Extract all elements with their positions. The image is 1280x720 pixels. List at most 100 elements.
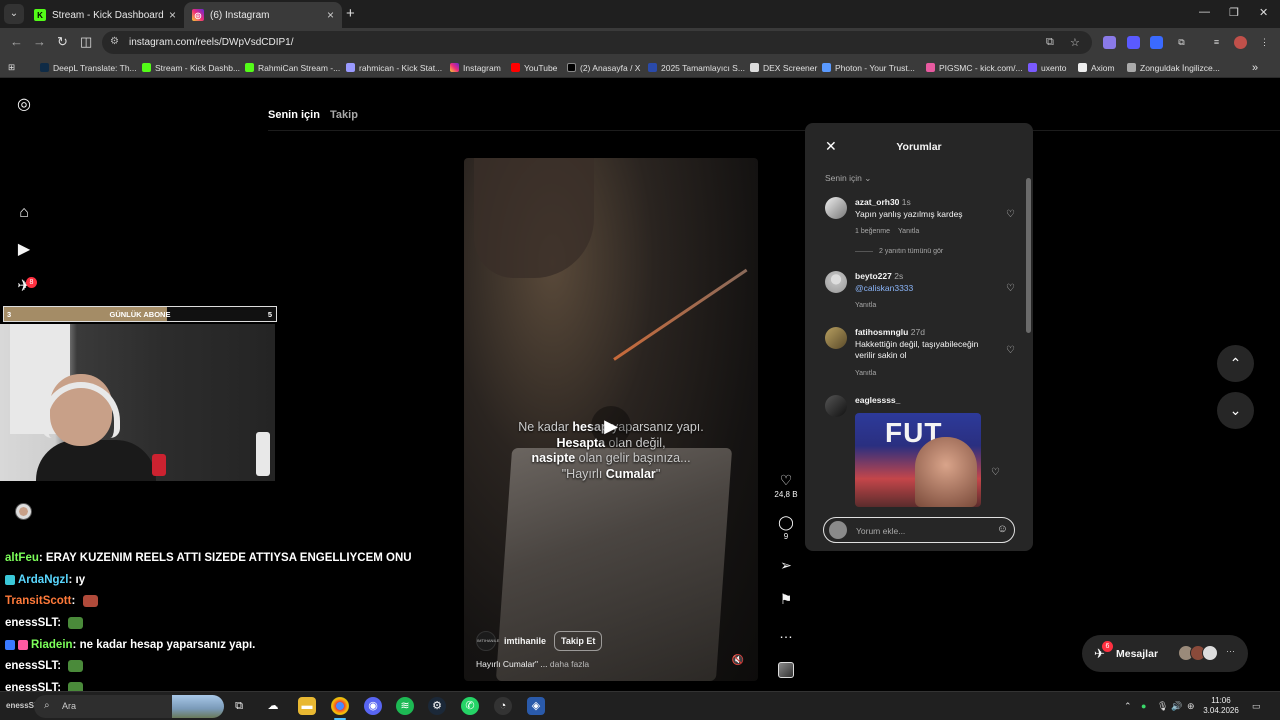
more-link[interactable]: daha fazla (550, 659, 589, 669)
instagram-logo-icon[interactable]: ◎ (14, 95, 34, 115)
profile-avatar[interactable] (1234, 36, 1247, 49)
comment-like-icon[interactable]: ♡ (1006, 283, 1015, 294)
messages-button[interactable]: ✈ 6 Mesajlar ··· (1082, 635, 1248, 672)
chat-message: Riadein: ne kadar hesap yaparsanız yapı. (5, 635, 445, 657)
comment-input[interactable]: Yorum ekle... ☺ (823, 517, 1015, 543)
comment-avatar[interactable] (825, 197, 847, 219)
comment-item: azat_orh30 1s Yapın yanlış yazılmış kard… (825, 197, 1015, 247)
extension-icon[interactable] (1103, 36, 1116, 49)
emoji-icon[interactable]: ☺ (997, 523, 1008, 535)
spotify-icon[interactable]: ≋ (396, 697, 414, 715)
tab-search-button[interactable]: ⌄ (4, 4, 24, 24)
extensions-puzzle-icon[interactable]: ⧉ (1175, 36, 1188, 49)
more-bookmarks-icon[interactable]: » (1252, 61, 1258, 74)
reel-video[interactable]: Ne kadar hesap yaparsanız yapı. Hesapta … (464, 158, 758, 681)
author-avatar[interactable]: IMTIHANILE (476, 631, 499, 651)
home-icon[interactable]: ⌂ (14, 203, 34, 223)
split-view-icon[interactable]: ◫ (80, 34, 92, 50)
volume-icon[interactable]: 🔊 (1171, 701, 1182, 712)
comment-button[interactable]: ◯ 9 (774, 514, 798, 541)
bookmark-instagram[interactable]: Instagram (450, 61, 501, 74)
bookmark-x[interactable]: (2) Anasayfa / X (567, 61, 640, 74)
share-icon[interactable]: ➢ (774, 557, 798, 574)
next-reel-button[interactable]: ⌄ (1217, 392, 1254, 429)
new-tab-button[interactable]: + (346, 5, 355, 22)
obs-icon[interactable]: ◔ (494, 697, 512, 715)
task-view-icon[interactable]: ⧉ (230, 697, 248, 715)
restore-icon[interactable]: ❐ (1229, 6, 1239, 19)
tray-chevron-icon[interactable]: ⌃ (1124, 701, 1132, 712)
comment-avatar[interactable] (825, 271, 847, 293)
close-tab-icon[interactable]: × (169, 8, 176, 22)
comment-like-icon[interactable]: ♡ (1006, 209, 1015, 220)
minimize-icon[interactable]: — (1199, 6, 1210, 18)
extension-icon[interactable] (1150, 36, 1163, 49)
taskbar-search[interactable]: ⌕ Ara (34, 695, 224, 718)
widgets-icon[interactable]: ☁ (264, 697, 282, 715)
bookmark-rahmican-stream[interactable]: RahmiCan Stream -... (245, 61, 340, 74)
app-icon[interactable]: ◈ (527, 697, 545, 715)
forward-icon[interactable]: → (33, 34, 46, 49)
bookmark-star-icon[interactable]: ☆ (1070, 36, 1080, 49)
close-tab-icon[interactable]: × (327, 8, 334, 22)
view-replies[interactable]: 2 yanıtın tümünü gör (855, 248, 943, 255)
bookmark-pigsmc[interactable]: PIGSMC - kick.com/... (926, 61, 1023, 74)
media-controls-icon[interactable]: ≡ (1210, 36, 1223, 49)
bookmark-tamamlayici[interactable]: 2025 Tamamlayıcı S... (648, 61, 745, 74)
extension-icon[interactable] (1127, 36, 1140, 49)
bookmark-zonguldak[interactable]: Zonguldak İngilizce... (1127, 61, 1220, 74)
comment-avatar[interactable] (825, 395, 847, 417)
bookmark-youtube[interactable]: YouTube (511, 61, 557, 74)
save-icon[interactable]: ⚑ (774, 591, 798, 608)
bookmark-dex-screener[interactable]: DEX Screener (750, 61, 817, 74)
bookmark-axiom[interactable]: Axiom (1078, 61, 1115, 74)
url-text[interactable]: instagram.com/reels/DWpVsdCDIP1/ (129, 37, 294, 48)
bookmark-photon[interactable]: Photon - Your Trust... (822, 61, 915, 74)
comments-filter[interactable]: Senin için ⌄ (825, 173, 871, 184)
tab-following[interactable]: Takip (330, 109, 358, 121)
tab-kick-dashboard[interactable]: K Stream - Kick Dashboard × (26, 2, 184, 28)
site-info-icon[interactable]: ⚙ (110, 36, 119, 47)
follow-button[interactable]: Takip Et (554, 631, 603, 651)
comments-scrollbar[interactable] (1026, 178, 1031, 501)
language-icon[interactable]: ⊕ (1187, 701, 1195, 712)
tab-for-you[interactable]: Senin için (268, 109, 320, 121)
bookmark-deepl[interactable]: DeepL Translate: Th... (40, 61, 137, 74)
close-window-icon[interactable]: ✕ (1259, 6, 1268, 19)
play-icon[interactable]: ▶ (591, 406, 631, 446)
discord-icon[interactable]: ◉ (364, 697, 382, 715)
tab-instagram[interactable]: ◎ (6) Instagram × (184, 2, 342, 28)
omnibox[interactable]: ⚙ instagram.com/reels/DWpVsdCDIP1/ ⧉ ☆ (102, 31, 1092, 54)
previous-reel-button[interactable]: ⌃ (1217, 345, 1254, 382)
comment-gif[interactable]: FUT (855, 413, 981, 507)
comment-avatar[interactable] (825, 327, 847, 349)
reload-icon[interactable]: ↻ (57, 34, 68, 50)
audio-thumbnail[interactable] (778, 662, 794, 678)
bookmark-kick-dashboard[interactable]: Stream - Kick Dashb... (142, 61, 240, 74)
menu-icon[interactable]: ⋮ (1258, 36, 1271, 49)
messages-badge: 6 (1102, 641, 1113, 652)
install-app-icon[interactable]: ⧉ (1046, 36, 1054, 49)
taskbar-clock[interactable]: 11:06 3.04.2026 (1203, 696, 1239, 716)
comments-title: Yorumlar (896, 141, 942, 153)
reels-icon[interactable]: ▶ (14, 240, 34, 260)
file-explorer-icon[interactable]: ▬ (298, 697, 316, 715)
scroll-thumb[interactable] (1026, 178, 1031, 333)
apps-grid-icon[interactable]: ⊞ (8, 61, 15, 74)
notification-center-icon[interactable]: ▭ (1252, 701, 1261, 712)
back-icon[interactable]: ← (10, 34, 23, 49)
microphone-icon[interactable]: 🎙 (1157, 701, 1168, 712)
whatsapp-icon[interactable]: ✆ (461, 697, 479, 715)
author-username[interactable]: imtihanile (504, 636, 546, 646)
comment-like-icon[interactable]: ♡ (1006, 345, 1015, 356)
bookmark-uxento[interactable]: uxento (1028, 61, 1067, 74)
mute-icon[interactable]: 🔇 (732, 655, 744, 666)
bookmarks-bar: ⊞ DeepL Translate: Th... Stream - Kick D… (0, 57, 1280, 78)
search-icon: ⌕ (44, 700, 50, 711)
like-button[interactable]: ♡ 24,8 B (774, 472, 798, 499)
chrome-icon[interactable] (331, 697, 349, 715)
more-options-icon[interactable]: … (774, 625, 798, 641)
bookmark-kick-stats[interactable]: rahmican - Kick Stat... (346, 61, 442, 74)
steam-icon[interactable]: ⚙ (428, 697, 446, 715)
comment-item: fatihosmnglu 27d Hakkettiğin değil, taşı… (825, 327, 1015, 382)
